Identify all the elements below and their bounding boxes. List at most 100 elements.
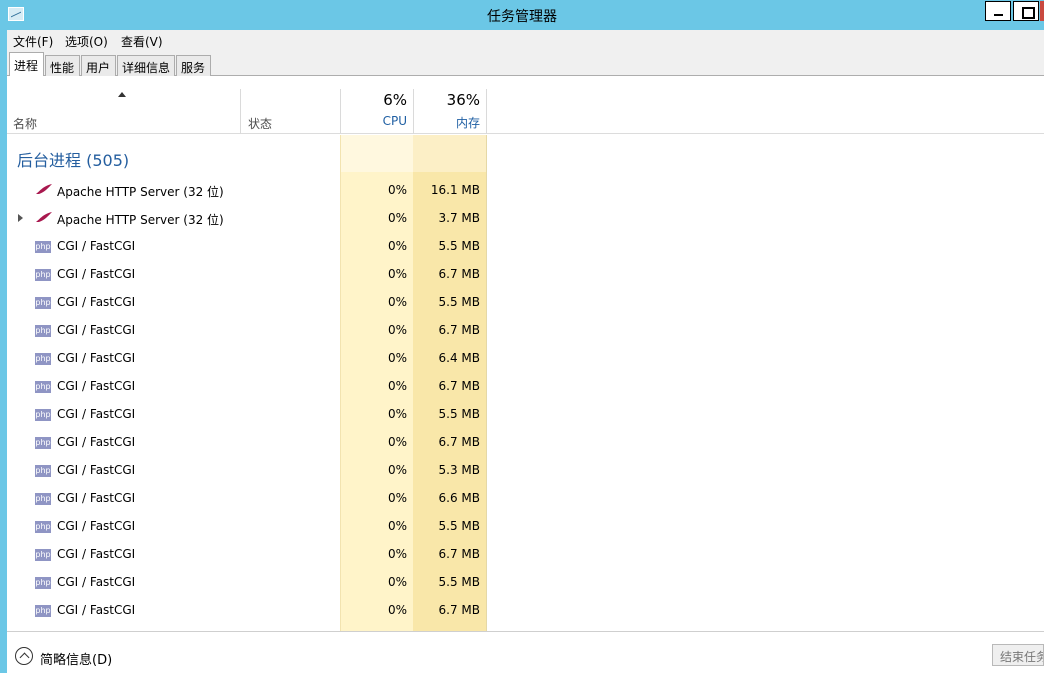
process-name: CGI / FastCGI [57, 603, 136, 617]
process-row[interactable]: php CGI / FastCGI 0% 6.7 MB [7, 541, 1044, 569]
apache-feather-icon [36, 184, 52, 194]
php-icon: php [35, 381, 51, 393]
process-name: CGI / FastCGI [57, 351, 136, 365]
collapse-details-icon[interactable] [15, 647, 33, 665]
process-memory: 6.7 MB [438, 603, 480, 617]
process-cpu: 0% [387, 183, 407, 197]
process-cpu: 0% [387, 379, 407, 393]
process-row[interactable]: php CGI / FastCGI 0% 6.7 MB [7, 261, 1044, 289]
process-name: CGI / FastCGI [57, 491, 136, 505]
process-row[interactable]: Apache HTTP Server (32 位) 0% 3.7 MB [7, 205, 1044, 233]
php-icon: php [35, 521, 51, 533]
process-cpu: 0% [387, 407, 407, 421]
process-cpu: 0% [387, 519, 407, 533]
process-cpu: 0% [387, 547, 407, 561]
process-cpu: 0% [387, 491, 407, 505]
close-button[interactable] [1040, 1, 1044, 21]
process-cpu: 0% [387, 603, 407, 617]
expand-icon[interactable] [18, 214, 23, 222]
process-cpu: 0% [387, 463, 407, 477]
process-memory: 6.6 MB [438, 491, 480, 505]
process-memory: 6.7 MB [438, 323, 480, 337]
cpu-group-background [340, 135, 413, 172]
process-memory: 6.7 MB [438, 379, 480, 393]
process-memory: 6.7 MB [438, 547, 480, 561]
apache-feather-icon [36, 212, 52, 222]
process-name: CGI / FastCGI [57, 575, 136, 589]
process-name: CGI / FastCGI [57, 379, 136, 393]
process-row[interactable]: php CGI / FastCGI 0% 6.4 MB [7, 345, 1044, 373]
php-icon: php [35, 353, 51, 365]
process-memory: 5.5 MB [438, 239, 480, 253]
menu-options[interactable]: 选项(O) [65, 33, 108, 50]
maximize-button[interactable] [1013, 1, 1039, 21]
process-row[interactable]: php CGI / FastCGI 0% 6.7 MB [7, 317, 1044, 345]
process-memory: 5.5 MB [438, 519, 480, 533]
process-name: CGI / FastCGI [57, 407, 136, 421]
process-memory: 6.4 MB [438, 351, 480, 365]
process-row[interactable]: php CGI / FastCGI 0% 6.7 MB [7, 597, 1044, 625]
column-name-header[interactable]: 名称 [13, 115, 37, 132]
column-divider[interactable] [240, 89, 241, 134]
process-name: CGI / FastCGI [57, 519, 136, 533]
php-icon: php [35, 577, 51, 589]
background-processes-group[interactable]: 后台进程 (505) [17, 147, 129, 171]
process-name: CGI / FastCGI [57, 323, 136, 337]
php-icon: php [35, 605, 51, 617]
process-name: CGI / FastCGI [57, 267, 136, 281]
memory-group-background [413, 135, 487, 172]
menu-bar: 文件(F) 选项(O) 查看(V) [7, 30, 1044, 52]
process-cpu: 0% [387, 267, 407, 281]
process-cpu: 0% [387, 211, 407, 225]
minimize-button[interactable] [985, 1, 1011, 21]
process-row[interactable]: php CGI / FastCGI 0% 5.5 MB [7, 401, 1044, 429]
process-name: CGI / FastCGI [57, 295, 136, 309]
tab-users[interactable]: 用户 [81, 55, 116, 76]
tab-services[interactable]: 服务 [176, 55, 211, 76]
column-status-header[interactable]: 状态 [248, 115, 272, 132]
column-divider[interactable] [486, 89, 487, 134]
tab-processes[interactable]: 进程 [9, 52, 44, 76]
process-cpu: 0% [387, 575, 407, 589]
process-table[interactable]: 后台进程 (505) Apache HTTP Server (32 位) 0% 16… [7, 135, 1044, 631]
process-name: Apache HTTP Server (32 位) [57, 213, 224, 227]
process-row[interactable]: php CGI / FastCGI 0% 5.5 MB [7, 233, 1044, 261]
process-row[interactable]: php CGI / FastCGI 0% 5.3 MB [7, 457, 1044, 485]
php-icon: php [35, 465, 51, 477]
task-manager-window: 任务管理器 文件(F) 选项(O) 查看(V) 进程 性能 用户 详细信息 服务… [0, 0, 1044, 673]
process-cpu: 0% [387, 323, 407, 337]
process-row[interactable]: php CGI / FastCGI 0% 5.5 MB [7, 513, 1044, 541]
process-table-header: 名称 状态 6% CPU 36% 内存 [7, 76, 1044, 134]
process-row[interactable]: php CGI / FastCGI 0% 6.7 MB [7, 429, 1044, 457]
process-name: CGI / FastCGI [57, 463, 136, 477]
fewer-details-link[interactable]: 简略信息(D) [40, 649, 112, 668]
php-icon: php [35, 297, 51, 309]
process-row[interactable]: Apache HTTP Server (32 位) 0% 16.1 MB [7, 177, 1044, 205]
tab-strip: 进程 性能 用户 详细信息 服务 [7, 52, 1044, 76]
window-title: 任务管理器 [487, 9, 557, 25]
php-icon: php [35, 241, 51, 253]
sort-up-icon[interactable] [118, 92, 126, 97]
memory-column-header[interactable]: 内存 [413, 114, 480, 131]
php-icon: php [35, 549, 51, 561]
process-row[interactable]: php CGI / FastCGI 0% 6.6 MB [7, 485, 1044, 513]
process-name: CGI / FastCGI [57, 435, 136, 449]
php-icon: php [35, 437, 51, 449]
process-cpu: 0% [387, 295, 407, 309]
process-row[interactable]: php CGI / FastCGI 0% 5.5 MB [7, 289, 1044, 317]
end-task-button[interactable]: 结束任务 [992, 644, 1044, 666]
cpu-total-percent[interactable]: 6% [340, 91, 407, 109]
tab-performance[interactable]: 性能 [45, 55, 80, 76]
process-memory: 5.5 MB [438, 295, 480, 309]
title-bar: 任务管理器 [0, 0, 1044, 30]
memory-total-percent[interactable]: 36% [413, 91, 480, 109]
process-name: CGI / FastCGI [57, 239, 136, 253]
menu-file[interactable]: 文件(F) [13, 33, 53, 50]
process-row[interactable]: php CGI / FastCGI 0% 5.5 MB [7, 569, 1044, 597]
php-icon: php [35, 493, 51, 505]
process-memory: 6.7 MB [438, 267, 480, 281]
menu-view[interactable]: 查看(V) [121, 33, 163, 50]
process-row[interactable]: php CGI / FastCGI 0% 6.7 MB [7, 373, 1044, 401]
cpu-column-header[interactable]: CPU [340, 114, 407, 128]
tab-details[interactable]: 详细信息 [117, 55, 175, 76]
